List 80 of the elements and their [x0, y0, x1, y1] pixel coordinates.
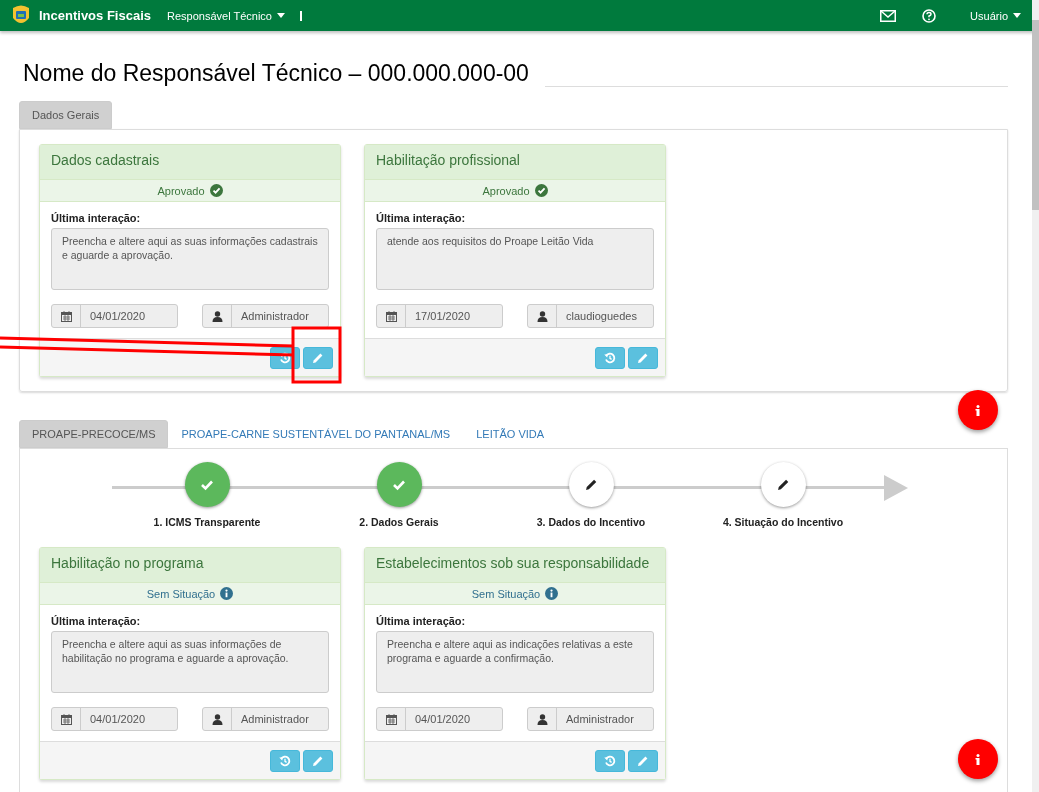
pencil-icon: [312, 754, 324, 767]
step-label: 1. ICMS Transparente: [153, 516, 261, 528]
user-field: Administrador: [202, 304, 329, 328]
date-field: 17/01/2020: [376, 304, 503, 328]
caret-icon: [1013, 13, 1021, 18]
brand-name[interactable]: Incentivos Fiscais: [39, 8, 151, 23]
status-label: Sem Situação: [471, 587, 541, 600]
edit-button[interactable]: [628, 749, 658, 772]
info-circle-icon: [545, 587, 559, 600]
user-icon: [211, 310, 223, 322]
tab[interactable]: LEITÃO VIDA: [463, 420, 558, 448]
user-icon: [211, 713, 223, 725]
mail-icon[interactable]: [880, 9, 897, 22]
tab[interactable]: PROAPE-PRECOCE/MS: [19, 420, 169, 448]
pencil-icon: [312, 351, 324, 364]
calendar-icon: [385, 713, 397, 725]
nav-menu[interactable]: Responsável Técnico: [167, 9, 285, 22]
card-title: Habilitação profissional: [376, 152, 520, 168]
tab[interactable]: PROAPE-CARNE SUSTENTÁVEL DO PANTANAL/MS: [168, 420, 464, 448]
edit-button[interactable]: [303, 346, 333, 369]
step-marker[interactable]: [568, 462, 614, 507]
status-label: Aprovado: [482, 184, 530, 197]
history-icon: [604, 754, 616, 767]
history-button[interactable]: [595, 346, 625, 369]
user-field: claudioguedes: [527, 304, 654, 328]
step-label: 2. Dados Gerais: [359, 516, 439, 528]
pencil-icon: [584, 478, 598, 491]
check-circle-icon: [209, 184, 223, 197]
edit-button[interactable]: [303, 749, 333, 772]
info-button[interactable]: [958, 739, 998, 779]
info-button[interactable]: [958, 390, 998, 430]
step-label: 4. Situação do Incentivo: [722, 516, 844, 528]
user-field: Administrador: [527, 707, 654, 731]
date-field: 04/01/2020: [51, 707, 178, 731]
field-label: Última interação:: [51, 212, 142, 224]
step-marker[interactable]: [376, 462, 422, 507]
caret-icon: [276, 13, 285, 18]
pencil-icon: [776, 478, 790, 491]
user-field: Administrador: [202, 707, 329, 731]
check-icon: [392, 478, 406, 491]
user-icon: [536, 713, 548, 725]
pencil-icon: [637, 351, 649, 364]
user-menu[interactable]: Usuário: [970, 9, 1021, 22]
message-box: Preencha e altere aqui as suas informações cadastrais e aguarde a aprovação.: [51, 228, 329, 290]
calendar-icon: [60, 713, 72, 725]
history-icon: [604, 351, 616, 364]
check-icon: [200, 478, 214, 491]
user-icon: [536, 310, 548, 322]
check-circle-icon: [534, 184, 548, 197]
field-label: Última interação:: [51, 615, 142, 627]
message-box: Preencha e altere aqui as suas informações de habilitação no programa e aguarde a aprovação.: [51, 631, 329, 693]
calendar-icon: [60, 310, 72, 322]
calendar-icon: [385, 310, 397, 322]
status-label: Aprovado: [157, 184, 205, 197]
card-title: Dados cadastrais: [51, 152, 160, 168]
highlight-frame: [291, 326, 342, 384]
tab[interactable]: Dados Gerais: [19, 101, 113, 129]
info-icon: [975, 753, 981, 765]
field-label: Última interação:: [376, 615, 467, 627]
history-button[interactable]: [270, 749, 300, 772]
scrollbar[interactable]: [1032, 0, 1039, 792]
help-icon[interactable]: [922, 8, 937, 23]
date-field: 04/01/2020: [376, 707, 503, 731]
history-button[interactable]: [595, 749, 625, 772]
date-field: 04/01/2020: [51, 304, 178, 328]
step-marker[interactable]: [184, 462, 230, 507]
step-marker[interactable]: [760, 462, 806, 507]
card-title: Habilitação no programa: [51, 555, 204, 571]
message-box: atende aos requisitos do Proape Leitão Vida: [376, 228, 654, 290]
field-label: Última interação:: [376, 212, 467, 224]
page-title: Nome do Responsável Técnico – 000.000.000-00: [23, 59, 529, 87]
message-box: Preencha e altere aqui as indicações relativas a este programa e aguarde a confirmação.: [376, 631, 654, 693]
edit-button[interactable]: [628, 346, 658, 369]
status-label: Sem Situação: [146, 587, 216, 600]
info-icon: [975, 404, 981, 416]
history-icon: [279, 754, 291, 767]
card-title: Estabelecimentos sob sua responsabilidade: [376, 555, 650, 571]
pencil-icon: [637, 754, 649, 767]
step-label: 3. Dados do Incentivo: [536, 516, 646, 528]
info-circle-icon: [220, 587, 234, 600]
